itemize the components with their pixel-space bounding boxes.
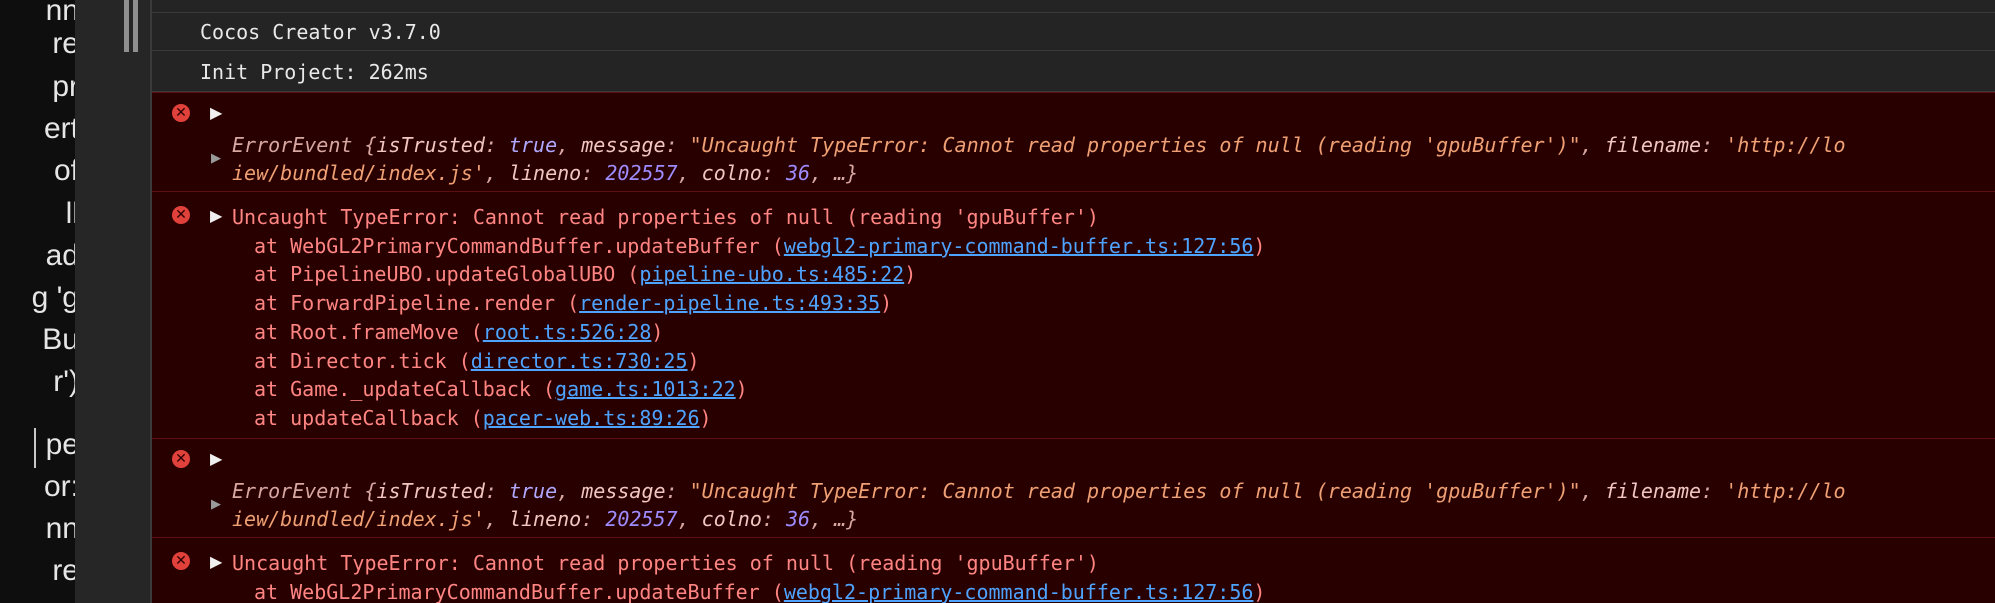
source-link[interactable]: pipeline-ubo.ts:485:22 <box>639 262 904 286</box>
left-panel-line: ll <box>65 197 75 230</box>
error-event-row[interactable]: ✕ ▶ ▶ ErrorEvent {isTrusted: true, messa… <box>152 92 1995 192</box>
stack-frame: at WebGL2PrimaryCommandBuffer.updateBuff… <box>254 580 1266 603</box>
log-row-partial <box>152 0 1995 13</box>
left-panel-line: pr <box>52 70 75 103</box>
stack-frame: at updateCallback (pacer-web.ts:89:26) <box>254 406 712 430</box>
stack-frame: at Root.frameMove (root.ts:526:28) <box>254 320 664 344</box>
source-link[interactable]: director.ts:730:25 <box>471 349 688 373</box>
stack-frame: at WebGL2PrimaryCommandBuffer.updateBuff… <box>254 234 1266 258</box>
error-circle-icon: ✕ <box>172 552 190 570</box>
left-panel-line: re <box>52 554 75 587</box>
error-message: Uncaught TypeError: Cannot read properti… <box>232 551 1099 575</box>
panel-gutter <box>75 0 152 603</box>
source-link[interactable]: webgl2-primary-command-buffer.ts:127:56 <box>784 234 1254 258</box>
error-circle-icon: ✕ <box>172 450 190 468</box>
left-panel-line: or: <box>43 470 75 503</box>
source-link[interactable]: root.ts:526:28 <box>483 320 652 344</box>
console-panel: Cocos Creator v3.7.0 Init Project: 262ms… <box>152 0 1995 603</box>
left-panel-line: of <box>53 154 75 187</box>
expand-triangle-icon[interactable]: ▶ <box>210 449 222 468</box>
expand-triangle-icon[interactable]: ▶ <box>210 206 222 225</box>
error-event-summary-cont: iew/bundled/index.js', lineno: 202557, c… <box>232 161 859 185</box>
error-circle-icon: ✕ <box>172 104 190 122</box>
resize-handle[interactable] <box>133 0 138 52</box>
source-link[interactable]: webgl2-primary-command-buffer.ts:127:56 <box>784 580 1254 603</box>
stack-frame: at PipelineUBO.updateGlobalUBO (pipeline… <box>254 262 917 286</box>
expand-triangle-icon[interactable]: ▶ <box>210 552 222 571</box>
expand-triangle-icon[interactable]: ▶ <box>210 103 222 122</box>
uncaught-error-row[interactable]: ✕ ▶ Uncaught TypeError: Cannot read prop… <box>152 537 1995 603</box>
error-event-summary: ErrorEvent {isTrusted: true, message: "U… <box>232 133 1846 157</box>
error-message: Uncaught TypeError: Cannot read properti… <box>232 205 1099 229</box>
left-panel-line: re <box>52 27 75 60</box>
error-event-row[interactable]: ✕ ▶ ▶ ErrorEvent {isTrusted: true, messa… <box>152 438 1995 538</box>
left-panel-line: pe <box>45 428 75 461</box>
stack-frame: at Game._updateCallback (game.ts:1013:22… <box>254 377 748 401</box>
stack-frame: at Director.tick (director.ts:730:25) <box>254 349 700 373</box>
text-caret <box>34 428 36 468</box>
expand-triangle-icon[interactable]: ▶ <box>211 151 221 166</box>
left-panel-line: ert <box>43 112 75 145</box>
log-text: Init Project: 262ms <box>200 60 429 84</box>
uncaught-error-row[interactable]: ✕ ▶ Uncaught TypeError: Cannot read prop… <box>152 191 1995 439</box>
left-panel-line: Bu <box>42 323 75 356</box>
left-panel-line: g 'g <box>31 281 75 314</box>
left-panel-line: nn <box>45 0 75 27</box>
log-text: Cocos Creator v3.7.0 <box>200 20 441 44</box>
error-circle-icon: ✕ <box>172 206 190 224</box>
log-row[interactable]: Init Project: 262ms <box>152 52 1995 92</box>
left-text-panel: nn re pr ert of ll ad g 'g Bu r') pe or:… <box>0 0 75 603</box>
left-panel-line: r') <box>53 365 75 398</box>
source-link[interactable]: game.ts:1013:22 <box>555 377 736 401</box>
error-event-summary-cont: iew/bundled/index.js', lineno: 202557, c… <box>232 507 859 531</box>
expand-triangle-icon[interactable]: ▶ <box>211 497 221 512</box>
left-panel-line: nn <box>45 512 75 545</box>
left-panel-line: ad <box>45 239 75 272</box>
source-link[interactable]: pacer-web.ts:89:26 <box>483 406 700 430</box>
log-row[interactable]: Cocos Creator v3.7.0 <box>152 14 1995 51</box>
source-link[interactable]: render-pipeline.ts:493:35 <box>579 291 880 315</box>
resize-handle[interactable] <box>124 0 129 52</box>
stack-frame: at ForwardPipeline.render (render-pipeli… <box>254 291 893 315</box>
error-event-summary: ErrorEvent {isTrusted: true, message: "U… <box>232 479 1846 503</box>
